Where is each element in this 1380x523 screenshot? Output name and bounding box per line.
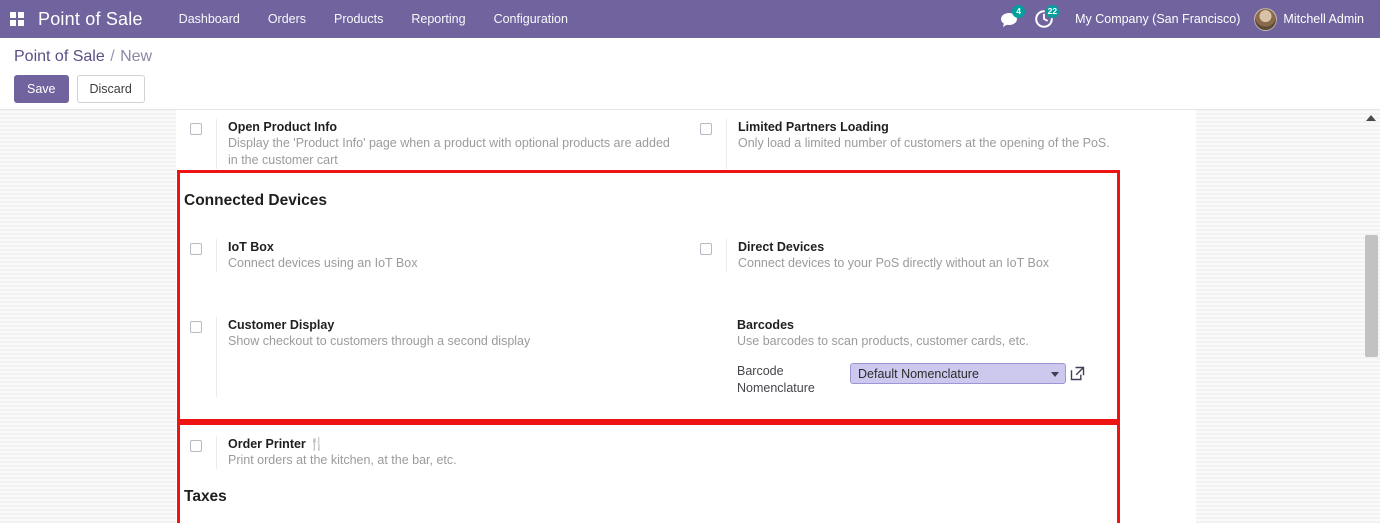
customer-display-title: Customer Display [228,318,335,332]
form-action-buttons: Save Discard [14,75,1380,103]
menu-item-dashboard[interactable]: Dashboard [165,0,254,38]
settings-row-order-printer: Order Printer 🍴 Print orders at the kitc… [176,431,1196,469]
save-button[interactable]: Save [14,75,69,103]
apps-grid-dot [18,20,24,26]
top-navbar: Point of Sale Dashboard Orders Products … [0,0,1380,38]
barcode-nomenclature-select[interactable]: Default Nomenclature [850,363,1066,384]
setting-direct-devices: Direct Devices Connect devices to your P… [686,234,1196,272]
apps-grid-dot [18,12,24,18]
iot-box-desc: Connect devices using an IoT Box [228,256,418,270]
customer-display-desc: Show checkout to customers through a sec… [228,334,531,348]
apps-grid-dot [10,20,16,26]
activities-menu[interactable]: 22 [1027,0,1061,38]
breadcrumb: Point of Sale / New [14,48,1380,66]
checkbox-col [176,317,216,397]
text-col: Open Product Info Display the 'Product I… [216,119,683,169]
checkbox-col [686,239,726,272]
apps-grid-dot [10,12,16,18]
setting-open-product-info: Open Product Info Display the 'Product I… [176,114,686,169]
user-menu[interactable]: Mitchell Admin [1254,7,1368,31]
order-printer-title-text: Order Printer [228,437,306,451]
setting-barcodes: Barcodes Use barcodes to scan products, … [686,312,1196,397]
checkbox-col [176,119,216,169]
settings-row-display-barcodes: Customer Display Show checkout to custom… [176,312,1196,397]
iot-box-checkbox[interactable] [190,243,202,255]
discard-button[interactable]: Discard [76,75,145,103]
apps-grid-icon[interactable] [10,12,24,26]
checkbox-col [686,119,726,169]
text-col: Order Printer 🍴 Print orders at the kitc… [216,436,457,469]
app-brand-title[interactable]: Point of Sale [38,9,143,30]
setting-limited-partners-loading: Limited Partners Loading Only load a lim… [686,114,1196,169]
barcodes-desc: Use barcodes to scan products, customer … [737,334,1029,348]
limited-partners-loading-checkbox[interactable] [700,123,712,135]
user-name-label: Mitchell Admin [1283,12,1364,26]
direct-devices-title: Direct Devices [738,240,825,254]
iot-box-title: IoT Box [228,240,274,254]
triangle-up-icon[interactable] [1366,115,1376,121]
limited-partners-loading-desc: Only load a limited number of customers … [738,136,1110,150]
checkbox-col [176,239,216,272]
menu-item-configuration[interactable]: Configuration [480,0,582,38]
order-printer-checkbox[interactable] [190,440,202,452]
navbar-right-zone: 4 22 My Company (San Francisco) Mitchell… [993,0,1368,38]
customer-display-checkbox[interactable] [190,321,202,333]
control-panel: Point of Sale / New Save Discard [0,38,1380,110]
activities-count-badge: 22 [1045,5,1060,18]
menu-item-reporting[interactable]: Reporting [397,0,479,38]
vertical-scrollbar[interactable] [1362,110,1380,523]
settings-page-body: Open Product Info Display the 'Product I… [0,110,1380,523]
fork-knife-icon: 🍴 [309,437,325,451]
breadcrumb-current: New [120,48,153,65]
barcode-nomenclature-field-row: Barcode Nomenclature Default Nomenclatur… [737,363,1085,397]
menu-item-products[interactable]: Products [320,0,397,38]
settings-row-iot: IoT Box Connect devices using an IoT Box… [176,234,1196,272]
menu-item-orders[interactable]: Orders [254,0,320,38]
direct-devices-checkbox[interactable] [700,243,712,255]
barcodes-title: Barcodes [737,318,794,332]
section-heading-connected-devices: Connected Devices [184,192,327,209]
checkbox-col [176,436,216,469]
text-col: Direct Devices Connect devices to your P… [726,239,1049,272]
text-col: Barcodes Use barcodes to scan products, … [726,317,1085,397]
order-printer-title: Order Printer 🍴 [228,436,457,452]
setting-iot-box: IoT Box Connect devices using an IoT Box [176,234,686,272]
text-col: Limited Partners Loading Only load a lim… [726,119,1110,169]
limited-partners-loading-title: Limited Partners Loading [738,120,889,134]
barcode-nomenclature-label: Barcode Nomenclature [737,364,815,395]
open-product-info-title: Open Product Info [228,120,338,134]
settings-row-top-partial: Open Product Info Display the 'Product I… [176,114,1196,169]
scroll-thumb[interactable] [1365,235,1378,357]
chevron-down-icon [1051,372,1059,377]
avatar [1254,7,1278,31]
text-col: Customer Display Show checkout to custom… [216,317,530,397]
breadcrumb-separator: / [110,48,115,65]
text-col: IoT Box Connect devices using an IoT Box [216,239,417,272]
barcode-nomenclature-control: Default Nomenclature [850,363,1085,384]
section-heading-taxes: Taxes [184,488,227,505]
order-printer-desc: Print orders at the kitchen, at the bar,… [228,453,457,467]
setting-order-printer: Order Printer 🍴 Print orders at the kitc… [176,431,688,469]
right-gutter [1196,110,1362,523]
open-product-info-desc: Display the 'Product Info' page when a p… [228,136,670,167]
barcode-nomenclature-value: Default Nomenclature [858,367,979,381]
company-switcher[interactable]: My Company (San Francisco) [1061,12,1254,26]
left-gutter [0,110,176,523]
main-menu: Dashboard Orders Products Reporting Conf… [165,0,582,38]
direct-devices-desc: Connect devices to your PoS directly wit… [738,256,1050,270]
messages-menu[interactable]: 4 [993,0,1027,38]
messages-count-badge: 4 [1012,5,1026,18]
settings-column: Open Product Info Display the 'Product I… [176,110,1196,523]
open-product-info-checkbox[interactable] [190,123,202,135]
setting-customer-display: Customer Display Show checkout to custom… [176,312,686,397]
breadcrumb-root[interactable]: Point of Sale [14,48,105,65]
external-link-icon[interactable] [1070,366,1085,381]
